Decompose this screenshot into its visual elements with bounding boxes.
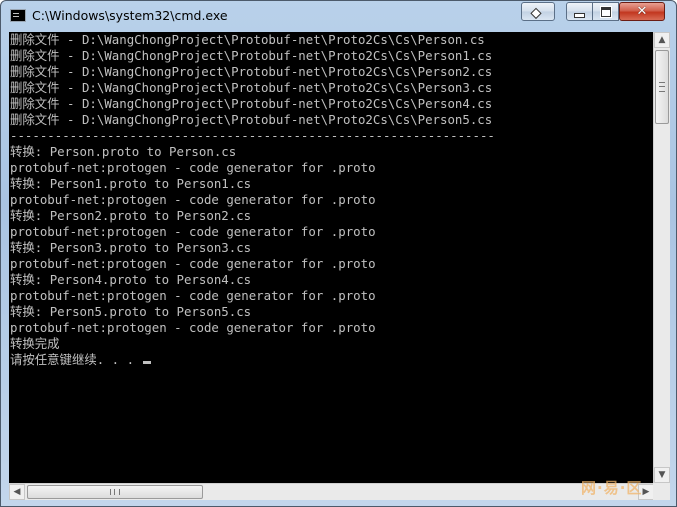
console-line: protobuf-net:protogen - code generator f… xyxy=(10,256,376,271)
scroll-down-arrow-icon[interactable]: ▼ xyxy=(654,467,670,483)
console-lines: 删除文件 - D:\WangChongProject\Protobuf-net\… xyxy=(9,32,654,368)
horizontal-scrollbar[interactable]: ◀ ▶ xyxy=(9,483,654,500)
console-line: protobuf-net:protogen - code generator f… xyxy=(10,160,376,175)
resize-toggle-button[interactable] xyxy=(521,2,555,21)
console-line: 删除文件 - D:\WangChongProject\Protobuf-net\… xyxy=(10,80,493,95)
cmd-app-icon[interactable] xyxy=(10,9,26,22)
console-line: 转换: Person.proto to Person.cs xyxy=(10,144,237,159)
cmd-window: C:\Windows\system32\cmd.exe ✕ 删除文件 - D:\… xyxy=(0,0,677,507)
console-line: 转换: Person1.proto to Person1.cs xyxy=(10,176,252,191)
close-button[interactable]: ✕ xyxy=(619,2,665,21)
minimize-icon xyxy=(574,12,585,18)
grip-icon xyxy=(110,489,120,495)
console-line: 转换: Person2.proto to Person2.cs xyxy=(10,208,252,223)
console-line: 请按任意键继续. . . xyxy=(9,352,654,368)
horizontal-scroll-thumb[interactable] xyxy=(27,485,203,499)
console-line: protobuf-net:protogen - code generator f… xyxy=(10,192,376,207)
resize-grip[interactable] xyxy=(653,483,670,500)
watermark-logo: 网·易·区 xyxy=(581,479,643,497)
vertical-scrollbar[interactable]: ▲ ▼ xyxy=(653,32,670,483)
console-line: 转换: Person3.proto to Person3.cs xyxy=(10,240,252,255)
console-line: 转换完成 xyxy=(10,336,60,351)
console-line: 删除文件 - D:\WangChongProject\Protobuf-net\… xyxy=(10,96,493,111)
console-line: protobuf-net:protogen - code generator f… xyxy=(10,320,376,335)
title-bar[interactable]: C:\Windows\system32\cmd.exe ✕ xyxy=(1,1,676,31)
console-line: ----------------------------------------… xyxy=(10,128,495,143)
diamond-icon xyxy=(532,8,544,16)
maximize-button[interactable] xyxy=(592,2,619,21)
vertical-scroll-thumb[interactable] xyxy=(655,50,669,124)
console-output[interactable]: 删除文件 - D:\WangChongProject\Protobuf-net\… xyxy=(9,32,654,483)
maximize-icon xyxy=(600,6,611,17)
console-line: 转换: Person5.proto to Person5.cs xyxy=(10,304,252,319)
grip-icon xyxy=(659,82,665,92)
console-line: 删除文件 - D:\WangChongProject\Protobuf-net\… xyxy=(10,48,493,63)
console-line: protobuf-net:protogen - code generator f… xyxy=(10,288,376,303)
console-line: 删除文件 - D:\WangChongProject\Protobuf-net\… xyxy=(10,32,485,47)
scroll-left-arrow-icon[interactable]: ◀ xyxy=(9,484,25,500)
console-line: 转换: Person4.proto to Person4.cs xyxy=(10,272,252,287)
close-icon: ✕ xyxy=(636,4,648,19)
window-title: C:\Windows\system32\cmd.exe xyxy=(32,8,228,23)
text-cursor xyxy=(142,361,151,364)
console-line: 删除文件 - D:\WangChongProject\Protobuf-net\… xyxy=(10,64,493,79)
console-line: 删除文件 - D:\WangChongProject\Protobuf-net\… xyxy=(10,112,493,127)
console-line: protobuf-net:protogen - code generator f… xyxy=(10,224,376,239)
scroll-up-arrow-icon[interactable]: ▲ xyxy=(654,32,670,48)
minimize-button[interactable] xyxy=(566,2,593,21)
